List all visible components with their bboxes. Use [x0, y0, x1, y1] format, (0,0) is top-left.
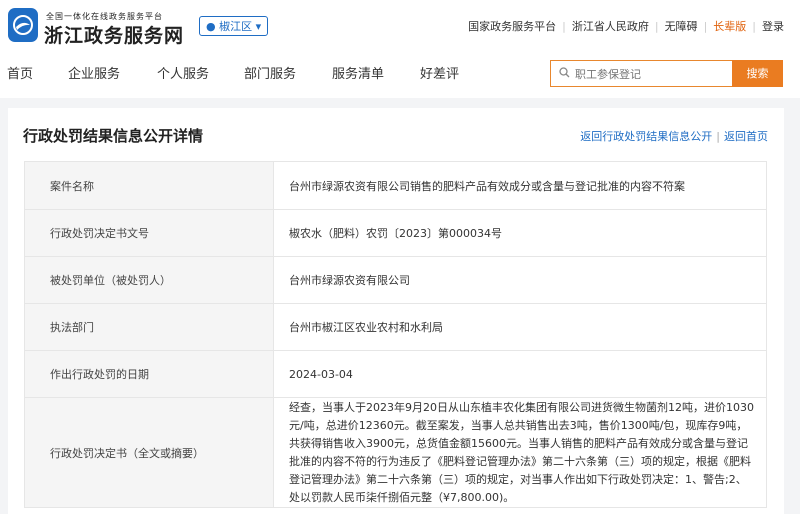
search-button[interactable]: 搜索 [732, 60, 783, 87]
location-pin-icon: ● [206, 20, 216, 33]
nav-personal-services[interactable]: 个人服务 [157, 64, 209, 86]
table-row: 作出行政处罚的日期 2024-03-04 [24, 350, 767, 398]
divider: | [703, 20, 708, 33]
divider: | [562, 20, 566, 33]
field-value: 经查，当事人于2023年9月20日从山东植丰农化集团有限公司进货微生物菌剂12吨… [273, 397, 767, 508]
field-value: 椒农水（肥料）农罚〔2023〕第000034号 [273, 209, 767, 257]
link-accessibility[interactable]: 无障碍 [665, 18, 698, 34]
field-value: 台州市绿源农资有限公司销售的肥料产品有效成分或含量与登记批准的内容不符案 [273, 161, 767, 210]
field-value: 台州市绿源农资有限公司 [273, 256, 767, 304]
field-label: 案件名称 [24, 161, 274, 210]
brand-title[interactable]: 浙江政务服务网 [44, 21, 184, 48]
link-elder-version[interactable]: 长辈版 [713, 18, 746, 34]
field-value: 2024-03-04 [273, 350, 767, 398]
field-label: 行政处罚决定书（全文或摘要） [24, 397, 274, 508]
table-row: 行政处罚决定书文号 椒农水（肥料）农罚〔2023〕第000034号 [24, 209, 767, 257]
logo-emblem-icon[interactable] [8, 8, 38, 42]
field-label: 被处罚单位（被处罚人） [24, 256, 274, 304]
field-label: 行政处罚决定书文号 [24, 209, 274, 257]
link-back-to-list[interactable]: 返回行政处罚结果信息公开 [580, 130, 712, 143]
nav-feedback[interactable]: 好差评 [420, 64, 459, 86]
divider: | [716, 130, 720, 143]
table-row: 行政处罚决定书（全文或摘要） 经查，当事人于2023年9月20日从山东植丰农化集… [24, 397, 767, 508]
top-links: 国家政务服务平台 | 浙江省人民政府 | 无障碍 | 长辈版 | 登录 [468, 18, 784, 34]
table-row: 被处罚单位（被处罚人） 台州市绿源农资有限公司 [24, 256, 767, 304]
search-icon [559, 67, 570, 78]
region-selector[interactable]: ● 椒江区 ▾ [199, 16, 269, 36]
field-label: 执法部门 [24, 303, 274, 351]
link-provincial-government[interactable]: 浙江省人民政府 [572, 18, 649, 34]
table-row: 案件名称 台州市绿源农资有限公司销售的肥料产品有效成分或含量与登记批准的内容不符… [24, 161, 767, 210]
link-national-platform[interactable]: 国家政务服务平台 [468, 18, 556, 34]
site-header: 全国一体化在线政务服务平台 浙江政务服务网 ● 椒江区 ▾ 国家政务服务平台 | 浙… [0, 0, 800, 98]
divider: | [654, 20, 659, 33]
nav-department-services[interactable]: 部门服务 [244, 64, 296, 86]
caret-down-icon: ▾ [255, 20, 262, 33]
region-label: 椒江区 [219, 20, 253, 33]
detail-table: 案件名称 台州市绿源农资有限公司销售的肥料产品有效成分或含量与登记批准的内容不符… [24, 161, 767, 508]
link-login[interactable]: 登录 [762, 18, 784, 34]
nav-service-list[interactable]: 服务清单 [332, 64, 384, 86]
nav-home[interactable]: 首页 [7, 64, 33, 86]
search-input[interactable] [573, 64, 727, 84]
field-label: 作出行政处罚的日期 [24, 350, 274, 398]
card-links: 返回行政处罚结果信息公开 | 返回首页 [580, 128, 768, 144]
field-value: 台州市椒江区农业农村和水利局 [273, 303, 767, 351]
page-title: 行政处罚结果信息公开详情 [23, 127, 204, 145]
divider: | [752, 20, 756, 33]
link-back-home[interactable]: 返回首页 [724, 130, 768, 143]
nav-enterprise-services[interactable]: 企业服务 [68, 64, 120, 86]
search-box: 搜索 [550, 60, 783, 87]
table-row: 执法部门 台州市椒江区农业农村和水利局 [24, 303, 767, 351]
